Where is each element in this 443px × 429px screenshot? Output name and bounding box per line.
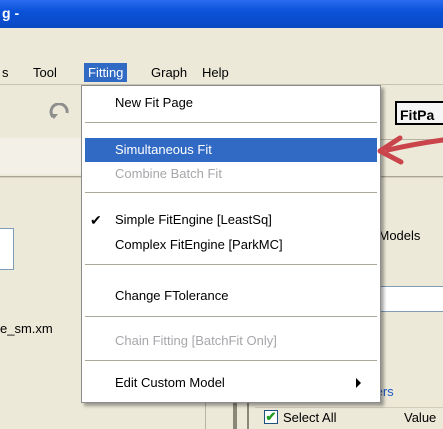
model-field[interactable]	[372, 286, 443, 312]
menu-separator	[85, 360, 377, 361]
menu-item-tools-partial[interactable]: s	[0, 63, 13, 82]
menu-simultaneous-fit[interactable]: Simultaneous Fit	[85, 138, 377, 162]
group-divider	[255, 407, 443, 408]
menu-separator	[85, 264, 377, 265]
fitting-menu: New Fit Page Simultaneous Fit Combine Ba…	[81, 85, 381, 403]
menu-separator	[85, 122, 377, 123]
menu-combine-batch-fit: Combine Batch Fit	[115, 166, 222, 181]
data-panel-tab[interactable]	[0, 138, 89, 174]
value-header: Value	[404, 410, 437, 425]
title-bar: g -	[0, 0, 443, 28]
menu-item-help[interactable]: Help	[198, 63, 233, 82]
data-list-box[interactable]	[0, 228, 14, 270]
menu-item-graph[interactable]: Graph	[147, 63, 191, 82]
menu-separator	[85, 316, 377, 317]
menu-edit-custom-model[interactable]: Edit Custom Model	[82, 371, 380, 395]
select-all-checkbox[interactable]: ✔	[264, 410, 278, 424]
title-gap	[0, 28, 443, 60]
annotation-arrow-icon	[377, 135, 443, 165]
menu-chain-fitting: Chain Fitting [BatchFit Only]	[115, 333, 277, 348]
submenu-arrow-icon	[356, 378, 361, 388]
menu-complex-fitengine[interactable]: Complex FitEngine [ParkMC]	[82, 233, 380, 257]
menu-new-fit-page[interactable]: New Fit Page	[82, 91, 380, 115]
select-all-label: Select All	[283, 410, 337, 425]
undo-icon[interactable]	[48, 103, 72, 123]
menu-simple-fitengine[interactable]: ✔ Simple FitEngine [LeastSq]	[82, 208, 380, 232]
menu-change-ftolerance[interactable]: Change FTolerance	[82, 284, 380, 308]
menu-item-fitting[interactable]: Fitting	[84, 63, 128, 82]
window-title: g -	[2, 5, 20, 21]
menu-item-tool[interactable]: Tool	[29, 63, 61, 82]
menu-separator	[85, 192, 377, 193]
data-file-name[interactable]: e_sm.xm	[0, 321, 53, 336]
check-icon: ✔	[90, 212, 102, 228]
